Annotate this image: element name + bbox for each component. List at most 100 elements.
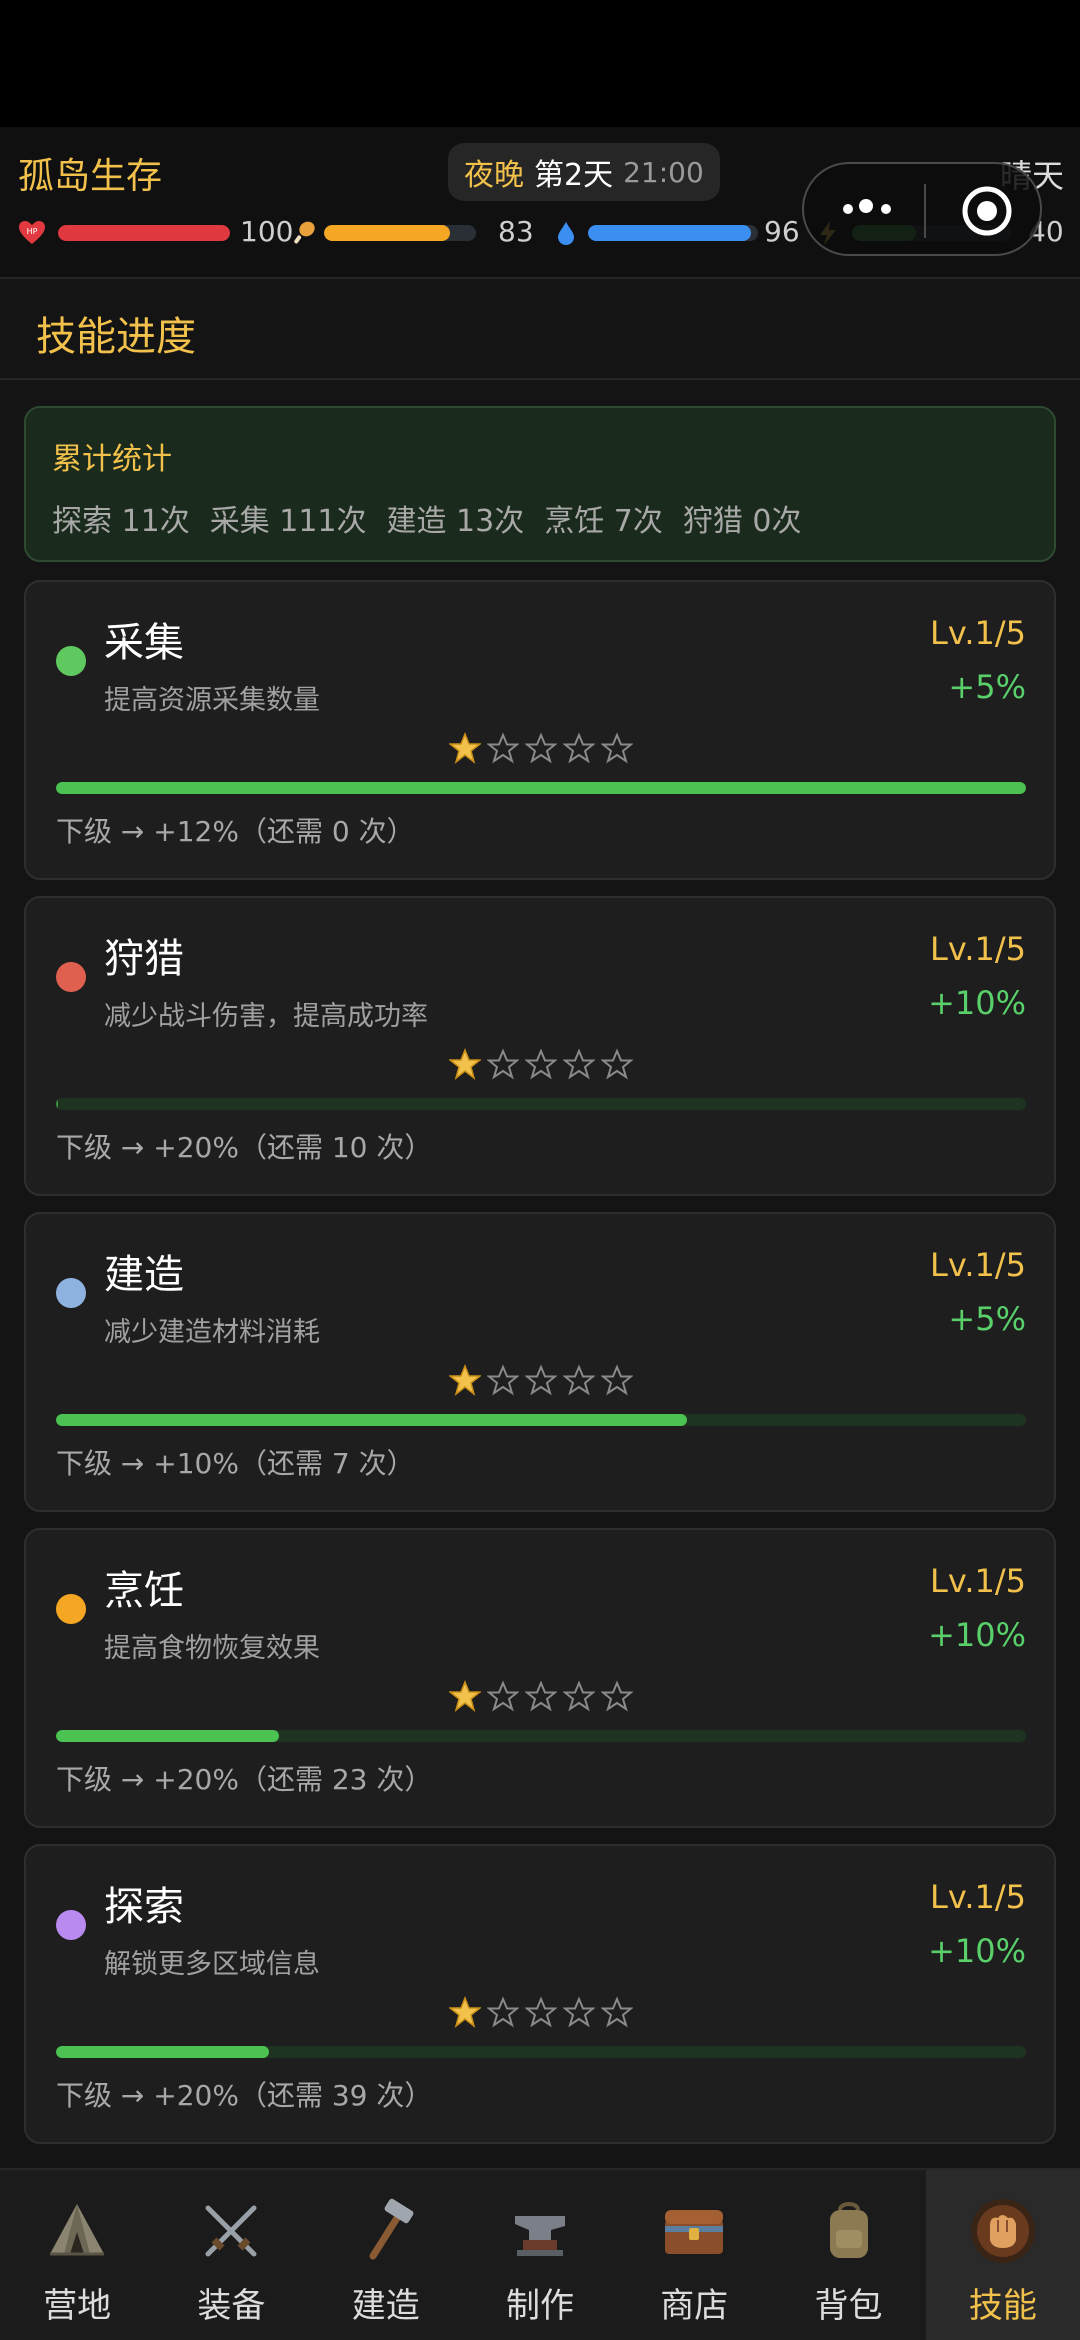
skill-desc: 解锁更多区域信息 [104,1949,320,1980]
skill-card-build[interactable]: 建造 减少建造材料消耗 Lv.1/5 +5% 下级 → +10%（还需 7 次） [24,1212,1056,1512]
skill-color-dot [56,962,86,992]
skill-name: 狩猎 [104,936,184,982]
mini-program-capsule[interactable] [802,162,1042,256]
skill-desc: 减少战斗伤害，提高成功率 [104,1001,428,1032]
nav-skills[interactable]: 技能 [925,2170,1080,2340]
stat-cook-count: 烹饪 7次 [544,504,663,539]
water-drop-icon [558,222,574,245]
skill-progress-bar [56,1730,1026,1742]
hammer-icon [369,2198,414,2260]
skill-bonus: +10% [928,1616,1026,1654]
skill-next-level: 下级 → +10%（还需 7 次） [56,1447,415,1480]
skill-color-dot [56,646,86,676]
app-title: 孤岛生存 [18,156,163,197]
skill-stars [26,1364,1054,1396]
skill-name: 探索 [104,1884,184,1930]
star-empty-icon [563,1996,595,2028]
star-empty-icon [601,1364,633,1396]
status-bar-area [0,0,1080,127]
stat-hunt-count: 狩猎 0次 [682,504,802,539]
stat-hp: HP [18,213,46,253]
star-empty-icon [487,1364,519,1396]
star-empty-icon [563,1048,595,1080]
star-filled-icon [449,1996,481,2028]
nav-label: 装备 [197,2286,266,2326]
hunger-value: 83 [498,215,534,248]
skill-name: 建造 [104,1252,184,1298]
stat-thirst [552,213,580,253]
skill-card-cook[interactable]: 烹饪 提高食物恢复效果 Lv.1/5 +10% 下级 → +20%（还需 23 … [24,1528,1056,1828]
svg-text:HP: HP [27,227,38,236]
tent-icon [50,2204,105,2256]
skill-level: Lv.1/5 [930,930,1026,968]
skill-color-dot [56,1594,86,1624]
star-empty-icon [525,1364,557,1396]
skill-next-level: 下级 → +12%（还需 0 次） [56,815,415,848]
star-empty-icon [563,1680,595,1712]
nav-equipment[interactable]: 装备 [154,2170,308,2340]
nav-camp[interactable]: 营地 [0,2170,154,2340]
skill-level: Lv.1/5 [930,614,1026,652]
skill-progress-bar [56,782,1026,794]
clock: 21:00 [623,155,704,189]
skill-next-level: 下级 → +20%（还需 23 次） [56,1763,433,1796]
skill-bonus: +10% [928,1932,1026,1970]
stat-build-count: 建造 13次 [386,504,525,539]
skill-card-explore[interactable]: 探索 解锁更多区域信息 Lv.1/5 +10% 下级 → +20%（还需 39 … [24,1844,1056,2144]
chest-icon [665,2210,724,2254]
nav-shop[interactable]: 商店 [617,2170,771,2340]
star-empty-icon [487,1996,519,2028]
skill-stars [26,1048,1054,1080]
skill-level: Lv.1/5 [930,1878,1026,1916]
stat-explore-count: 探索 11次 [52,504,190,539]
nav-label: 商店 [660,2286,729,2326]
star-empty-icon [601,1048,633,1080]
star-empty-icon [487,1048,519,1080]
time-phase: 夜晚 [464,158,524,193]
nav-label: 建造 [351,2286,420,2326]
skill-card-hunt[interactable]: 狩猎 减少战斗伤害，提高成功率 Lv.1/5 +10% 下级 → +20%（还需… [24,896,1056,1196]
star-filled-icon [449,1048,481,1080]
drumstick-icon [294,221,315,244]
close-target-icon[interactable] [960,184,1014,238]
skill-progress-bar [56,1414,1026,1426]
section-header: 技能进度 [0,280,1080,380]
bottom-nav: 营地 装备 建造 制作 商店 背包 技能 [0,2168,1080,2340]
cumulative-stats-row: 探索 11次 采集 111次 建造 13次 烹饪 7次 狩猎 0次 [52,496,801,540]
skill-next-level: 下级 → +20%（还需 39 次） [56,2079,433,2112]
nav-label: 营地 [43,2286,112,2326]
star-empty-icon [563,1364,595,1396]
nav-build[interactable]: 建造 [309,2170,463,2340]
nav-label: 制作 [505,2286,574,2326]
skill-bonus: +5% [948,1300,1026,1338]
capsule-divider [924,184,926,238]
star-empty-icon [525,732,557,764]
skill-color-dot [56,1278,86,1308]
cumulative-stats-card: 累计统计 探索 11次 采集 111次 建造 13次 烹饪 7次 狩猎 0次 [24,406,1056,562]
star-empty-icon [525,1680,557,1712]
star-empty-icon [563,732,595,764]
more-dots-icon[interactable] [836,194,906,224]
star-empty-icon [525,1048,557,1080]
nav-craft[interactable]: 制作 [463,2170,617,2340]
skill-desc: 提高食物恢复效果 [104,1633,320,1664]
star-empty-icon [487,732,519,764]
nav-backpack[interactable]: 背包 [771,2170,925,2340]
nav-label: 技能 [968,2286,1037,2326]
skill-progress-bar [56,1098,1026,1110]
section-title: 技能进度 [36,314,196,360]
cumulative-stats-title: 累计统计 [52,442,172,477]
stat-hunger [290,213,318,253]
thirst-value: 96 [764,215,800,248]
skill-card-gather[interactable]: 采集 提高资源采集数量 Lv.1/5 +5% 下级 → +12%（还需 0 次） [24,580,1056,880]
crossed-swords-icon [205,2205,257,2257]
time-indicator: 夜晚 第2天 21:00 [448,143,720,201]
skill-bonus: +10% [928,984,1026,1022]
star-empty-icon [601,1996,633,2028]
skill-name: 采集 [104,620,184,666]
hunger-bar [324,225,476,241]
skill-color-dot [56,1910,86,1940]
skill-desc: 提高资源采集数量 [104,685,320,716]
stat-gather-count: 采集 111次 [209,504,367,539]
fist-icon [970,2199,1035,2263]
